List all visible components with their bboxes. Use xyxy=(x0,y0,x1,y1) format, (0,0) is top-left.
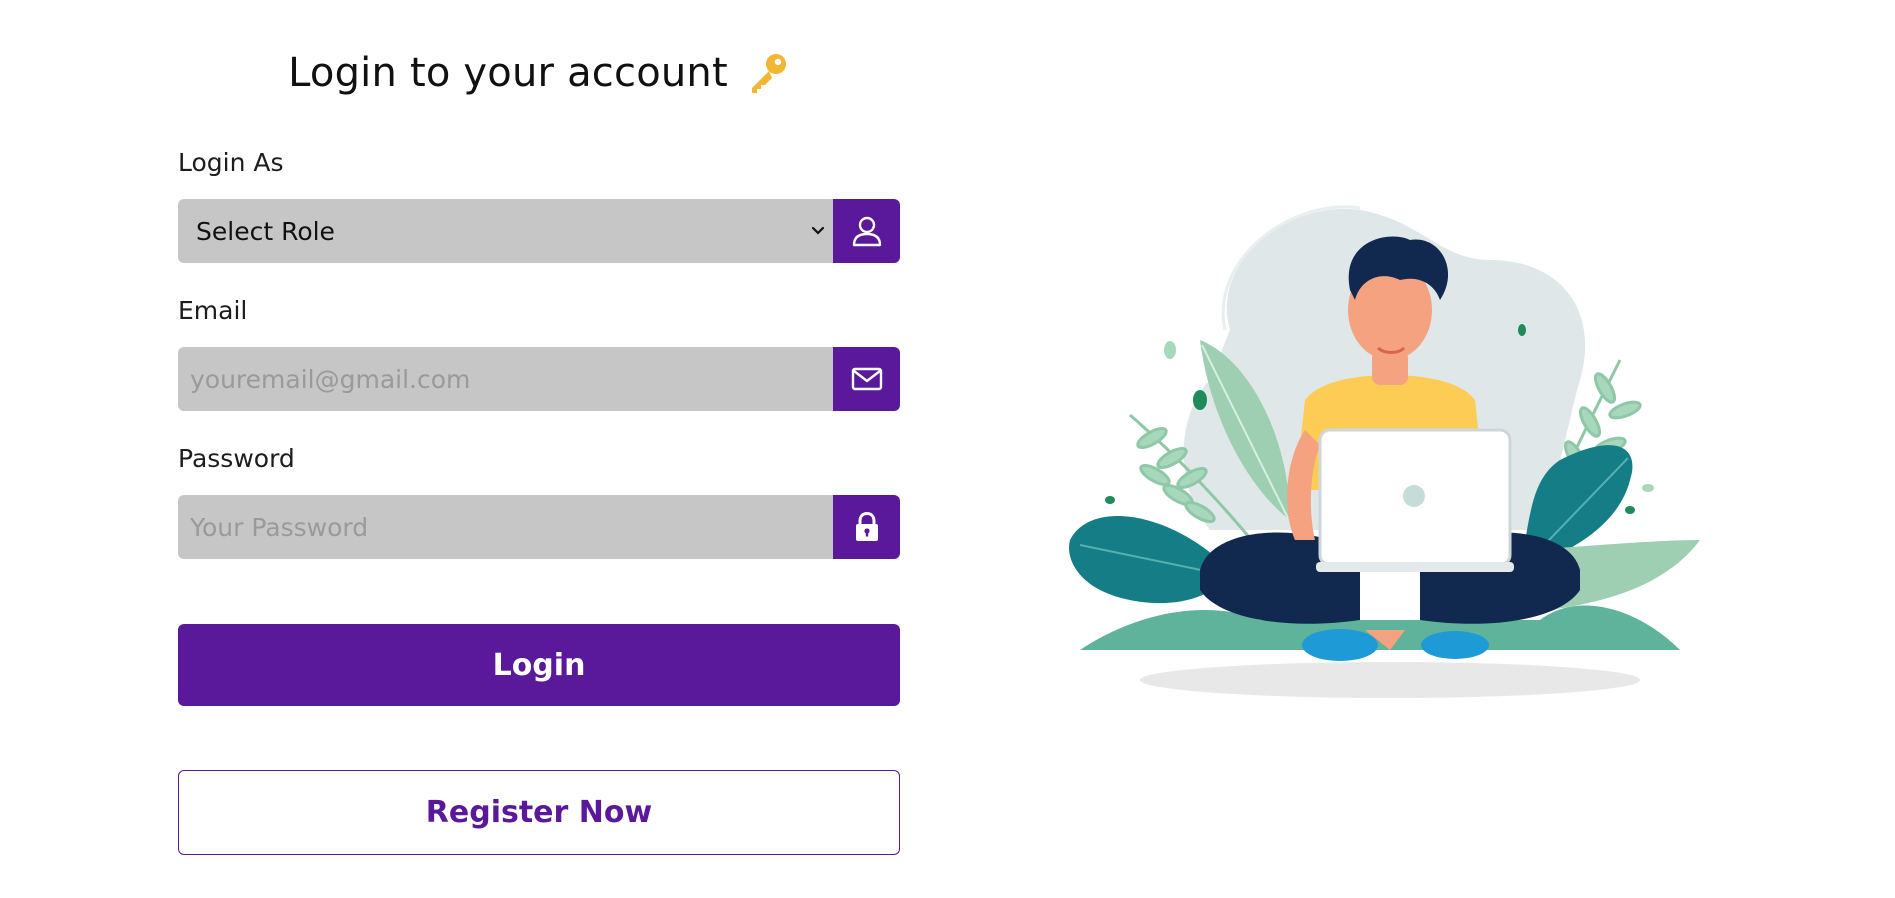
password-addon xyxy=(833,495,900,559)
chevron-down-icon xyxy=(811,226,825,235)
role-input-group: Select Role xyxy=(178,199,900,263)
role-addon xyxy=(833,199,900,263)
login-page: Login to your account Login As Select Ro… xyxy=(0,0,1895,898)
user-icon xyxy=(852,216,881,247)
password-label: Password xyxy=(178,444,295,473)
login-button[interactable]: Login xyxy=(178,624,900,706)
email-addon xyxy=(833,347,900,411)
email-field[interactable]: youremail@gmail.com xyxy=(178,347,833,411)
lock-icon xyxy=(855,511,878,541)
role-select-value: Select Role xyxy=(196,216,335,246)
password-placeholder: Your Password xyxy=(190,512,369,542)
person-with-laptop-illustration xyxy=(1069,205,1700,698)
email-placeholder: youremail@gmail.com xyxy=(190,364,471,394)
role-select[interactable]: Select Role xyxy=(178,199,833,263)
password-input-group: Your Password xyxy=(178,495,900,559)
envelope-icon xyxy=(851,367,882,391)
register-now-button[interactable]: Register Now xyxy=(178,770,900,855)
page-title: Login to your account xyxy=(178,50,900,96)
email-label: Email xyxy=(178,296,248,325)
key-icon xyxy=(744,50,790,96)
role-label: Login As xyxy=(178,148,284,177)
page-title-text: Login to your account xyxy=(288,50,728,96)
password-field[interactable]: Your Password xyxy=(178,495,833,559)
email-input-group: youremail@gmail.com xyxy=(178,347,900,411)
